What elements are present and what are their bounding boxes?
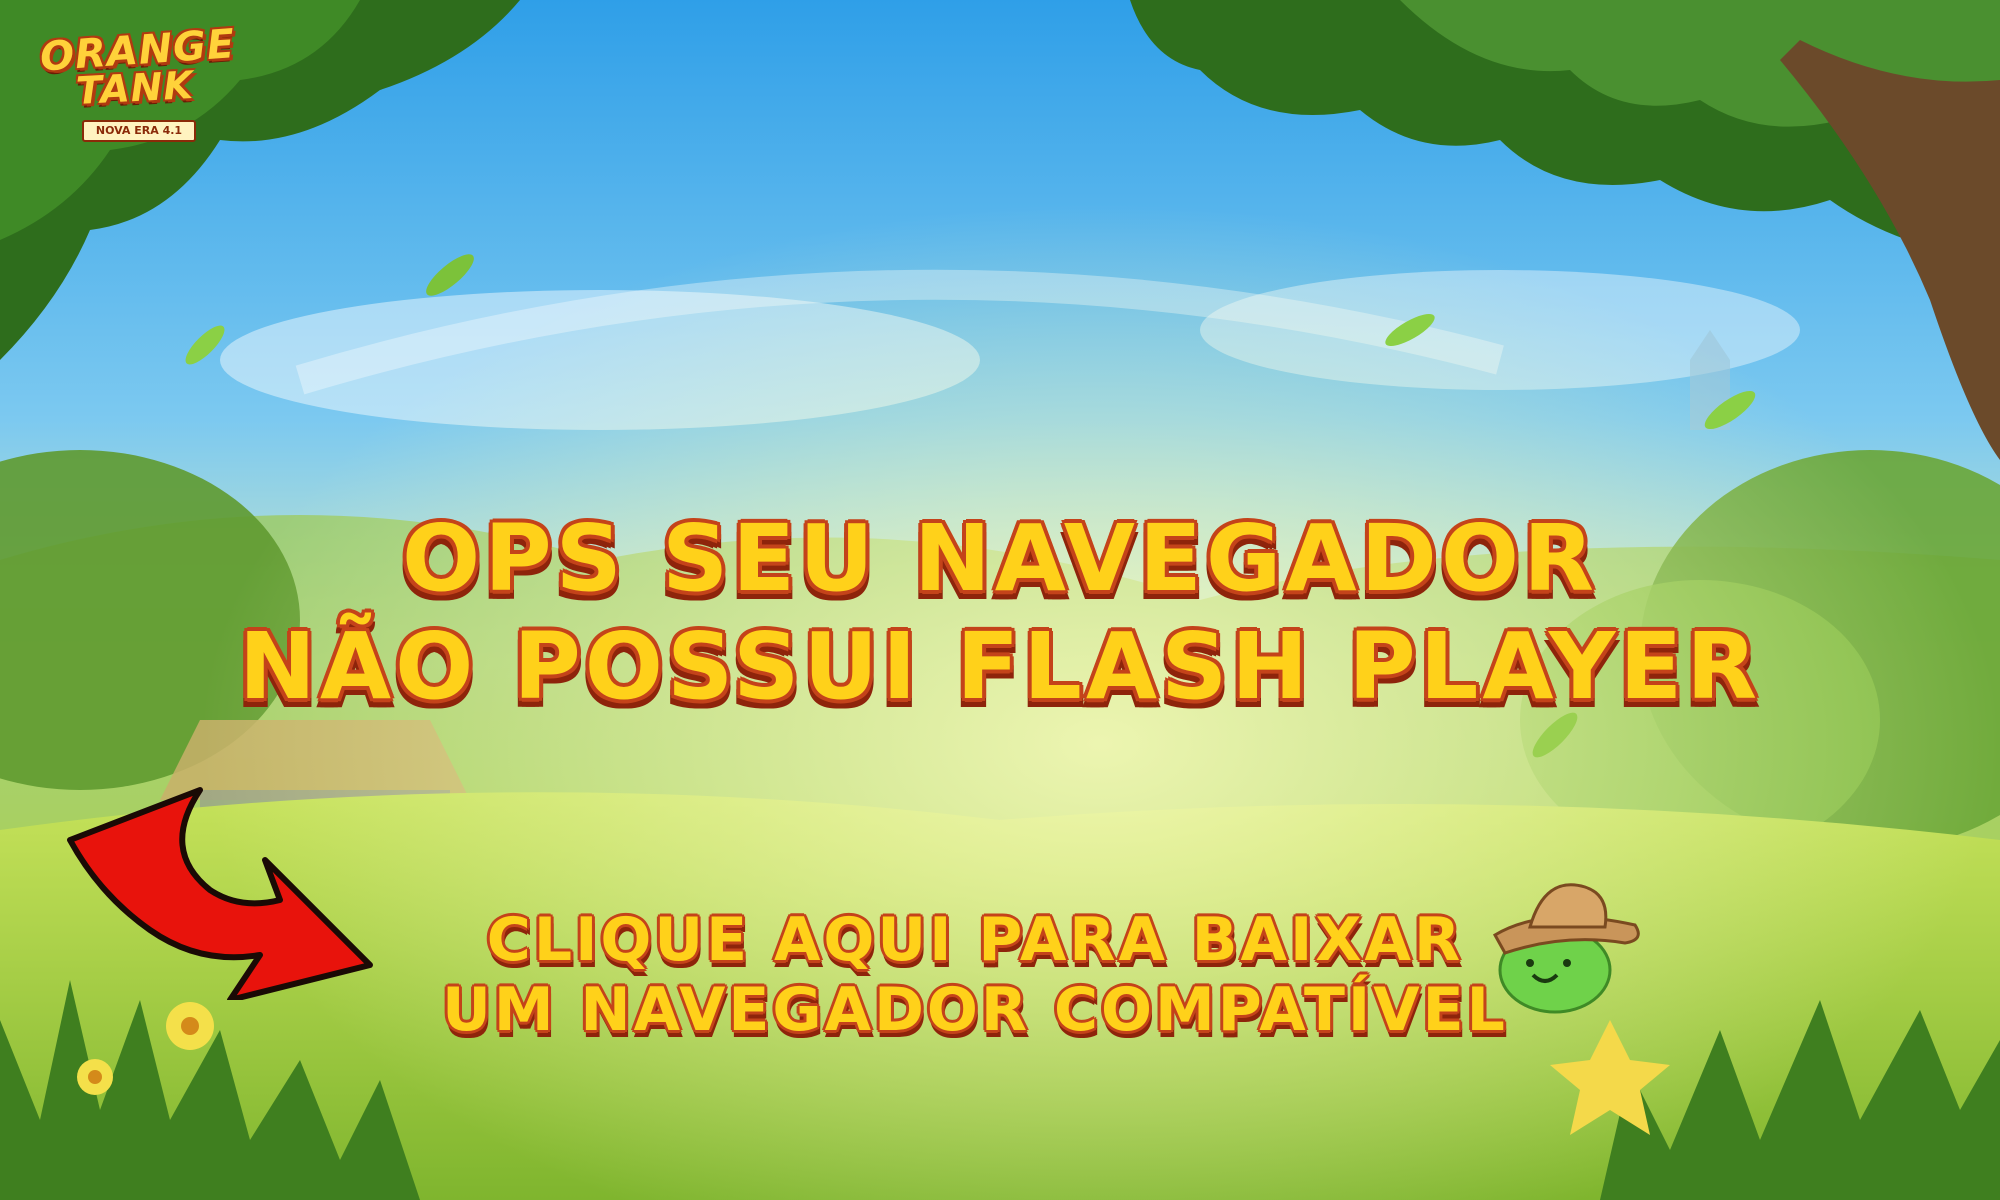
no-flash-headline: OPS SEU NAVEGADOR NÃO POSSUI FLASH PLAYE… <box>150 505 1850 721</box>
green-slime-cowboy-hat-icon <box>1492 883 1640 1014</box>
headline-line-1: OPS SEU NAVEGADOR <box>402 505 1598 612</box>
game-landing-screen: ORANGE TANK NOVA ERA 4.1 OPS SEU NAVEGAD… <box>0 0 2000 1200</box>
cta-line-2: UM NAVEGADOR COMPATÍVEL <box>442 975 1508 1045</box>
download-browser-link[interactable]: CLIQUE AQUI PARA BAIXAR UM NAVEGADOR COM… <box>420 905 1530 1045</box>
headline-line-2: NÃO POSSUI FLASH PLAYER <box>238 613 1762 720</box>
red-curved-arrow-icon <box>67 787 373 1000</box>
logo-subtitle-badge: NOVA ERA 4.1 <box>82 120 196 142</box>
orange-tank-logo: ORANGE TANK NOVA ERA 4.1 <box>39 21 237 142</box>
logo-word-tank: TANK <box>75 62 195 114</box>
cta-line-1: CLIQUE AQUI PARA BAIXAR <box>486 905 1464 975</box>
